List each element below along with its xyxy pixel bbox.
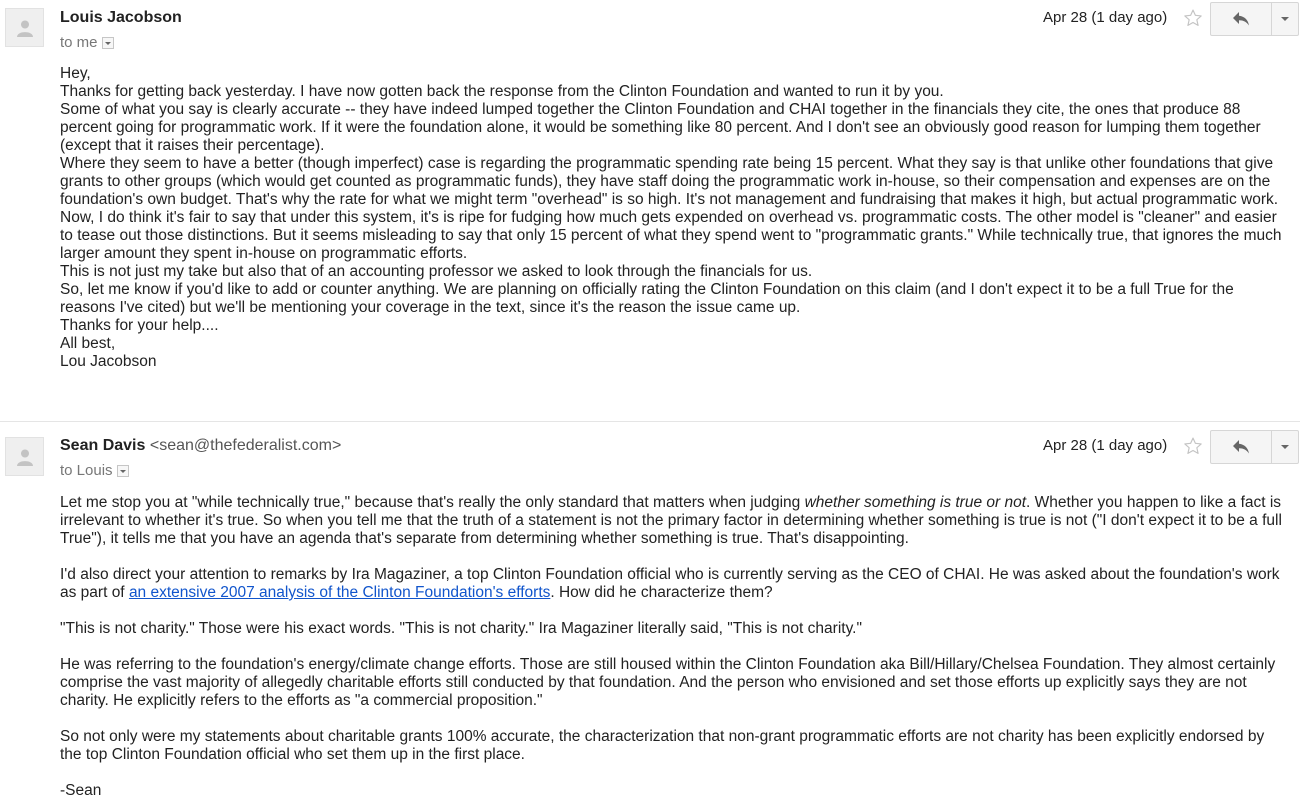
body-paragraph: Let me stop you at "while technically tr… <box>60 494 1285 548</box>
body-text: Let me stop you at "while technically tr… <box>60 494 805 511</box>
body-line: So, let me know if you'd like to add or … <box>60 281 1234 316</box>
avatar[interactable] <box>5 8 44 47</box>
body-paragraph: I'd also direct your attention to remark… <box>60 566 1285 602</box>
recipient-details-dropdown[interactable] <box>116 465 129 477</box>
analysis-link[interactable]: an extensive 2007 analysis of the Clinto… <box>129 584 550 601</box>
reply-button[interactable] <box>1211 431 1271 463</box>
message-sean-davis: Sean Davis <sean@thefederalist.com> to L… <box>0 423 1304 803</box>
message-actions <box>1210 2 1299 36</box>
body-paragraph: "This is not charity." Those were his ex… <box>60 620 862 637</box>
body-line: This is not just my take but also that o… <box>60 263 813 280</box>
body-text: . How did he characterize them? <box>550 584 773 601</box>
avatar[interactable] <box>5 437 44 476</box>
body-line: Some of what you say is clearly accurate… <box>60 101 1261 154</box>
sender-name[interactable]: Louis Jacobson <box>60 9 182 26</box>
more-options-button[interactable] <box>1271 3 1299 35</box>
star-outline-icon[interactable] <box>1183 8 1203 28</box>
message-date: Apr 28 (1 day ago) <box>1043 9 1168 26</box>
message-body: Hey, Thanks for getting back yesterday. … <box>60 65 1285 371</box>
reply-button[interactable] <box>1211 3 1271 35</box>
body-line: Thanks for getting back yesterday. I hav… <box>60 83 944 100</box>
message-divider <box>0 421 1300 422</box>
reply-arrow-icon <box>1233 12 1249 26</box>
recipient-label: to me <box>60 34 98 51</box>
sender-email: <sean@thefederalist.com> <box>149 437 342 454</box>
body-emphasis: whether something is true or not <box>804 494 1027 511</box>
recipient-details-dropdown[interactable] <box>101 37 114 49</box>
body-line: All best, <box>60 335 116 352</box>
body-line: Hey, <box>60 65 91 82</box>
sender: Louis Jacobson <box>60 9 182 27</box>
message-actions <box>1210 430 1299 464</box>
sender-name[interactable]: Sean Davis <box>60 437 145 454</box>
message-louis-jacobson: Louis Jacobson to me Apr 28 (1 day ago) … <box>0 0 1304 420</box>
body-line: Thanks for your help.... <box>60 317 219 334</box>
more-options-button[interactable] <box>1271 431 1299 463</box>
recipient-line: to Louis <box>60 463 129 479</box>
body-line: Now, I do think it's fair to say that un… <box>60 209 1282 262</box>
body-paragraph: He was referring to the foundation's ene… <box>60 656 1276 709</box>
person-icon <box>17 20 33 37</box>
person-icon <box>17 449 33 466</box>
message-date: Apr 28 (1 day ago) <box>1043 437 1168 454</box>
signoff: -Sean <box>60 782 102 799</box>
star-outline-icon[interactable] <box>1183 436 1203 456</box>
body-line: Where they seem to have a better (though… <box>60 155 1279 208</box>
reply-arrow-icon <box>1233 440 1249 454</box>
recipient-label: to Louis <box>60 462 113 479</box>
body-paragraph: So not only were my statements about cha… <box>60 728 1265 763</box>
recipient-line: to me <box>60 35 114 51</box>
sender: Sean Davis <sean@thefederalist.com> <box>60 437 341 455</box>
body-line: Lou Jacobson <box>60 353 157 370</box>
message-body: Let me stop you at "while technically tr… <box>60 494 1285 800</box>
